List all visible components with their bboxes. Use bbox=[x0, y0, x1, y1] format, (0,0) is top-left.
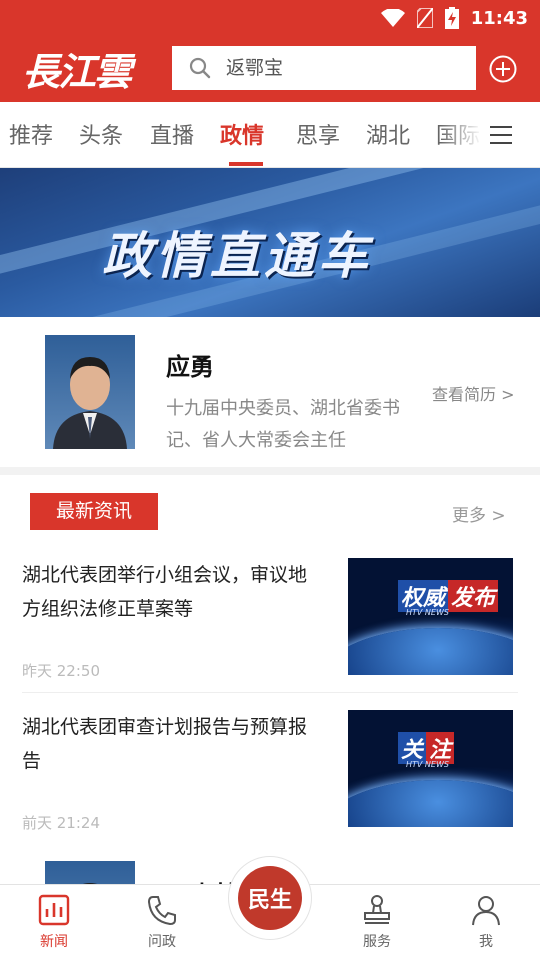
no-sim-icon bbox=[416, 8, 433, 28]
tab-recommend[interactable]: 推荐 bbox=[9, 118, 53, 150]
nav-label: 我 bbox=[479, 934, 493, 950]
stamp-icon bbox=[364, 895, 390, 924]
latest-news-section: 最新资讯 更多 > 湖北代表团举行小组会议，审议地方组织法修正草案等 昨天 22… bbox=[0, 475, 540, 845]
more-news-link[interactable]: 更多 > bbox=[452, 501, 506, 526]
leader-portrait bbox=[45, 335, 135, 449]
nav-service[interactable]: 服务 bbox=[337, 893, 417, 951]
status-bar: 11:43 bbox=[380, 6, 528, 30]
news-thumbnail: 关注 HTV NEWS bbox=[348, 710, 513, 827]
tab-headlines[interactable]: 头条 bbox=[79, 118, 123, 150]
thumbnail-subtitle: HTV NEWS bbox=[406, 760, 449, 769]
politics-banner[interactable]: 政情直通车 bbox=[0, 168, 540, 317]
nav-inquiry[interactable]: 问政 bbox=[122, 893, 202, 951]
app-header: 11:43 長江雲 bbox=[0, 0, 540, 102]
nav-label: 服务 bbox=[363, 934, 391, 950]
leader-name: 应勇 bbox=[166, 353, 214, 381]
nav-news[interactable]: 新闻 bbox=[14, 893, 94, 951]
nav-label: 新闻 bbox=[40, 934, 68, 950]
nav-me[interactable]: 我 bbox=[446, 893, 526, 951]
tab-thinking[interactable]: 思享 bbox=[296, 118, 340, 150]
clock: 11:43 bbox=[470, 7, 528, 29]
menu-icon[interactable] bbox=[488, 122, 514, 148]
news-item[interactable]: 湖北代表团审查计划报告与预算报告 前天 21:24 关注 HTV NEWS bbox=[0, 710, 540, 850]
news-item[interactable]: 湖北代表团举行小组会议，审议地方组织法修正草案等 昨天 22:50 权威 发布 H… bbox=[0, 558, 540, 698]
search-icon bbox=[189, 57, 211, 79]
news-title: 湖北代表团举行小组会议，审议地方组织法修正草案等 bbox=[22, 564, 308, 620]
app-logo[interactable]: 長江雲 bbox=[22, 40, 132, 96]
tab-hubei[interactable]: 湖北 bbox=[366, 118, 410, 150]
news-title: 湖北代表团审查计划报告与预算报告 bbox=[22, 716, 308, 772]
search-input[interactable] bbox=[226, 57, 466, 79]
news-time: 昨天 22:50 bbox=[22, 662, 100, 680]
leader-description: 十九届中央委员、湖北省委书记、省人大常委会主任 bbox=[166, 398, 400, 451]
news-icon bbox=[38, 894, 70, 926]
search-bar[interactable] bbox=[172, 46, 476, 90]
news-time: 前天 21:24 bbox=[22, 814, 100, 832]
wifi-icon bbox=[380, 9, 405, 27]
earth-graphic bbox=[348, 780, 513, 827]
tab-politics[interactable]: 政情 bbox=[220, 118, 264, 150]
section-title: 最新资讯 bbox=[30, 493, 158, 530]
earth-graphic bbox=[348, 628, 513, 675]
nav-label: 问政 bbox=[148, 934, 176, 950]
active-tab-indicator bbox=[229, 162, 263, 166]
divider bbox=[22, 692, 518, 693]
tab-live[interactable]: 直播 bbox=[150, 118, 194, 150]
seal-logo: 民生 bbox=[238, 866, 302, 930]
add-icon[interactable] bbox=[488, 54, 518, 84]
logo-text: 長江雲 bbox=[22, 48, 132, 94]
channel-tabs: 推荐 头条 直播 政情 思享 湖北 国际 bbox=[0, 102, 540, 168]
thumbnail-subtitle: HTV NEWS bbox=[406, 608, 449, 617]
center-seal-button[interactable]: 民生 bbox=[228, 856, 312, 940]
user-icon bbox=[472, 896, 500, 926]
phone-icon bbox=[147, 896, 176, 926]
leader-card[interactable]: 应勇 十九届中央委员、湖北省委书记、省人大常委会主任 查看简历 > bbox=[0, 317, 540, 467]
banner-title: 政情直通车 bbox=[102, 227, 372, 285]
news-thumbnail: 权威 发布 HTV NEWS bbox=[348, 558, 513, 675]
view-resume-link[interactable]: 查看简历 > bbox=[432, 381, 515, 405]
battery-charging-icon bbox=[444, 7, 459, 29]
portrait-image bbox=[53, 357, 127, 449]
